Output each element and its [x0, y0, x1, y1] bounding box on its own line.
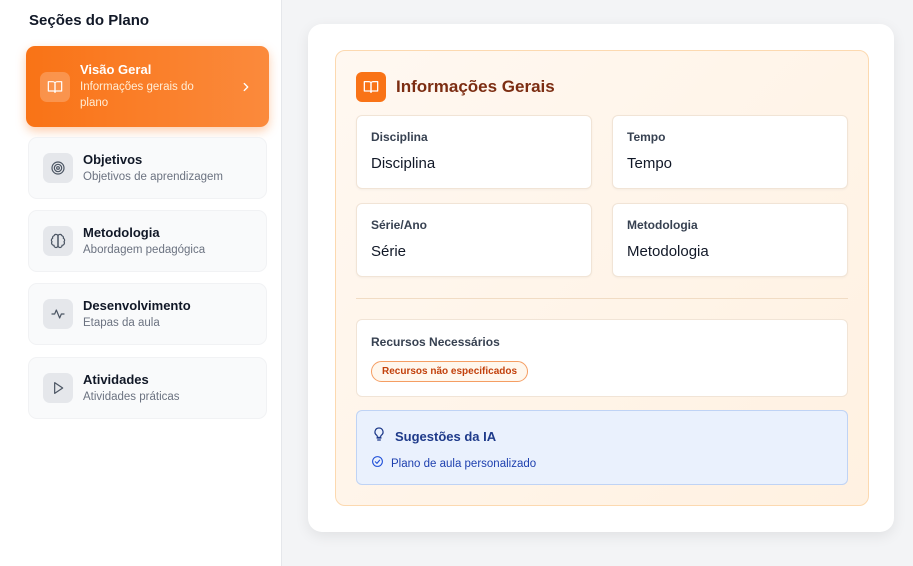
sidebar-item-objetivos[interactable]: Objetivos Objetivos de aprendizagem — [28, 137, 267, 199]
field-tempo: Tempo Tempo — [612, 115, 848, 189]
ai-suggestions-title: Sugestões da IA — [395, 429, 497, 444]
panel-header: Informações Gerais — [356, 72, 555, 102]
field-metodologia: Metodologia Metodologia — [612, 203, 848, 277]
field-disciplina: Disciplina Disciplina — [356, 115, 592, 189]
ai-suggestions-header: Sugestões da IA — [371, 426, 496, 447]
field-value: Tempo — [627, 155, 673, 172]
field-label: Disciplina — [371, 130, 428, 144]
ai-suggestion-item: Plano de aula personalizado — [371, 455, 536, 473]
sidebar-item-description: Objetivos de aprendizagem — [83, 170, 223, 183]
lightbulb-icon — [371, 426, 387, 447]
sidebar-item-label: Metodologia — [83, 224, 160, 240]
sidebar-item-desenvolvimento[interactable]: Desenvolvimento Etapas da aula — [28, 283, 267, 345]
panel-title: Informações Gerais — [396, 77, 555, 96]
sidebar-item-label: Visão Geral — [80, 62, 152, 77]
sidebar-item-atividades[interactable]: Atividades Atividades práticas — [28, 357, 267, 419]
main-card: Informações Gerais Disciplina Disciplina… — [308, 24, 894, 532]
book-open-icon — [40, 71, 70, 102]
check-circle-icon — [371, 455, 384, 473]
resources-card: Recursos Necessários Recursos não especi… — [356, 319, 848, 397]
sidebar: Seções do Plano Visão Geral Informações … — [0, 0, 282, 566]
sidebar-item-description: Etapas da aula — [83, 316, 160, 329]
divider — [356, 298, 848, 299]
resources-label: Recursos Necessários — [371, 335, 500, 349]
sidebar-item-description: Atividades práticas — [83, 390, 180, 403]
field-value: Disciplina — [371, 155, 436, 172]
sidebar-item-visao-geral[interactable]: Visão Geral Informações gerais do plano — [26, 46, 269, 127]
sidebar-title: Seções do Plano — [29, 12, 150, 29]
general-info-panel: Informações Gerais Disciplina Disciplina… — [335, 50, 869, 506]
field-serie-ano: Série/Ano Série — [356, 203, 592, 277]
sidebar-item-description: Abordagem pedagógica — [83, 243, 206, 256]
sidebar-item-label: Atividades — [83, 371, 149, 387]
activity-icon — [43, 299, 73, 329]
field-value: Série — [371, 243, 407, 260]
chevron-right-icon — [239, 80, 253, 94]
play-icon — [43, 373, 73, 403]
ai-suggestion-text: Plano de aula personalizado — [391, 458, 537, 470]
sidebar-item-label: Desenvolvimento — [83, 297, 191, 313]
brain-icon — [43, 226, 73, 256]
sidebar-item-label: Objetivos — [83, 151, 143, 167]
ai-suggestions-card: Sugestões da IA Plano de aula personaliz… — [356, 410, 848, 485]
field-label: Metodologia — [627, 218, 698, 232]
sidebar-item-metodologia[interactable]: Metodologia Abordagem pedagógica — [28, 210, 267, 272]
field-label: Tempo — [627, 130, 666, 144]
target-icon — [43, 153, 73, 183]
field-label: Série/Ano — [371, 218, 428, 232]
book-open-icon — [356, 72, 386, 102]
field-value: Metodologia — [627, 243, 709, 260]
resources-badge: Recursos não especificados — [371, 361, 529, 382]
sidebar-item-description: Informações gerais do plano — [80, 81, 194, 109]
